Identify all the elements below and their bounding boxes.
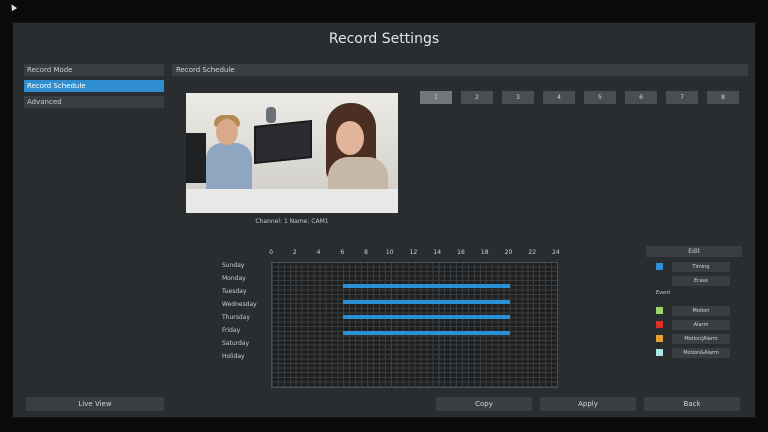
motion-or-alarm-button[interactable]: Motion|Alarm: [672, 334, 730, 344]
hour-tick: 6: [340, 249, 345, 256]
channel-button-3[interactable]: 3: [502, 91, 534, 104]
erase-button[interactable]: Erase: [672, 276, 730, 286]
mouse-cursor-icon: [8, 2, 18, 12]
motion-button[interactable]: Motion: [672, 306, 730, 316]
section-header: Record Schedule: [172, 64, 748, 76]
day-label: Wednesday: [222, 301, 257, 308]
hour-tick: 8: [364, 249, 368, 256]
hour-tick: 24: [552, 249, 560, 256]
motion-and-alarm-swatch: [656, 349, 663, 356]
day-label: Thursday: [222, 314, 250, 321]
timing-button[interactable]: Timing: [672, 262, 730, 272]
hour-tick: 10: [385, 249, 394, 256]
live-view-button[interactable]: Live View: [26, 397, 164, 411]
hour-tick: 18: [480, 249, 489, 256]
motion-and-alarm-button[interactable]: Motion&Alarm: [672, 348, 730, 358]
sidebar-item-record-schedule[interactable]: Record Schedule: [24, 80, 164, 92]
channel-button-5[interactable]: 5: [584, 91, 616, 104]
sidebar-item-record-mode[interactable]: Record Mode: [24, 64, 164, 76]
day-label: Friday: [222, 327, 241, 334]
day-label: Holiday: [222, 353, 245, 360]
window-title: Record Settings: [328, 31, 440, 47]
timing-swatch: [656, 263, 663, 270]
hour-tick: 12: [409, 249, 418, 256]
day-label: Saturday: [222, 340, 250, 347]
schedule-bar: [343, 330, 510, 335]
motion-or-alarm-swatch: [656, 335, 663, 342]
alarm-button[interactable]: Alarm: [672, 320, 730, 330]
motion-swatch: [656, 307, 663, 314]
schedule-bar: [343, 284, 510, 289]
channel-button-8[interactable]: 8: [707, 91, 739, 104]
camera-preview: [186, 93, 398, 213]
channel-button-1[interactable]: 1: [420, 91, 452, 104]
channel-button-6[interactable]: 6: [625, 91, 657, 104]
hour-tick: 14: [433, 249, 442, 256]
channel-button-2[interactable]: 2: [461, 91, 493, 104]
sidebar: Record Mode Record Schedule Advanced: [24, 64, 164, 112]
schedule-grid[interactable]: [271, 262, 558, 388]
hour-tick: 20: [504, 249, 513, 256]
channel-button-7[interactable]: 7: [666, 91, 698, 104]
schedule-bar: [343, 299, 510, 304]
day-label: Sunday: [222, 262, 245, 269]
hour-tick: 22: [528, 249, 537, 256]
schedule-bar: [343, 315, 510, 320]
event-label: Event: [656, 290, 671, 296]
day-label: Monday: [222, 275, 246, 282]
channel-caption: Channel: 1 Name: CAM1: [255, 218, 329, 225]
sidebar-item-advanced[interactable]: Advanced: [24, 96, 164, 108]
copy-button[interactable]: Copy: [436, 397, 532, 411]
day-label: Tuesday: [222, 288, 247, 295]
hour-tick: 2: [292, 249, 297, 256]
channel-button-4[interactable]: 4: [543, 91, 575, 104]
apply-button[interactable]: Apply: [540, 397, 636, 411]
hour-tick: 0: [269, 249, 273, 256]
hour-tick: 4: [316, 249, 321, 256]
hour-tick: 16: [457, 249, 465, 256]
alarm-swatch: [656, 321, 663, 328]
edit-button[interactable]: Edit: [646, 246, 742, 257]
back-button[interactable]: Back: [644, 397, 740, 411]
